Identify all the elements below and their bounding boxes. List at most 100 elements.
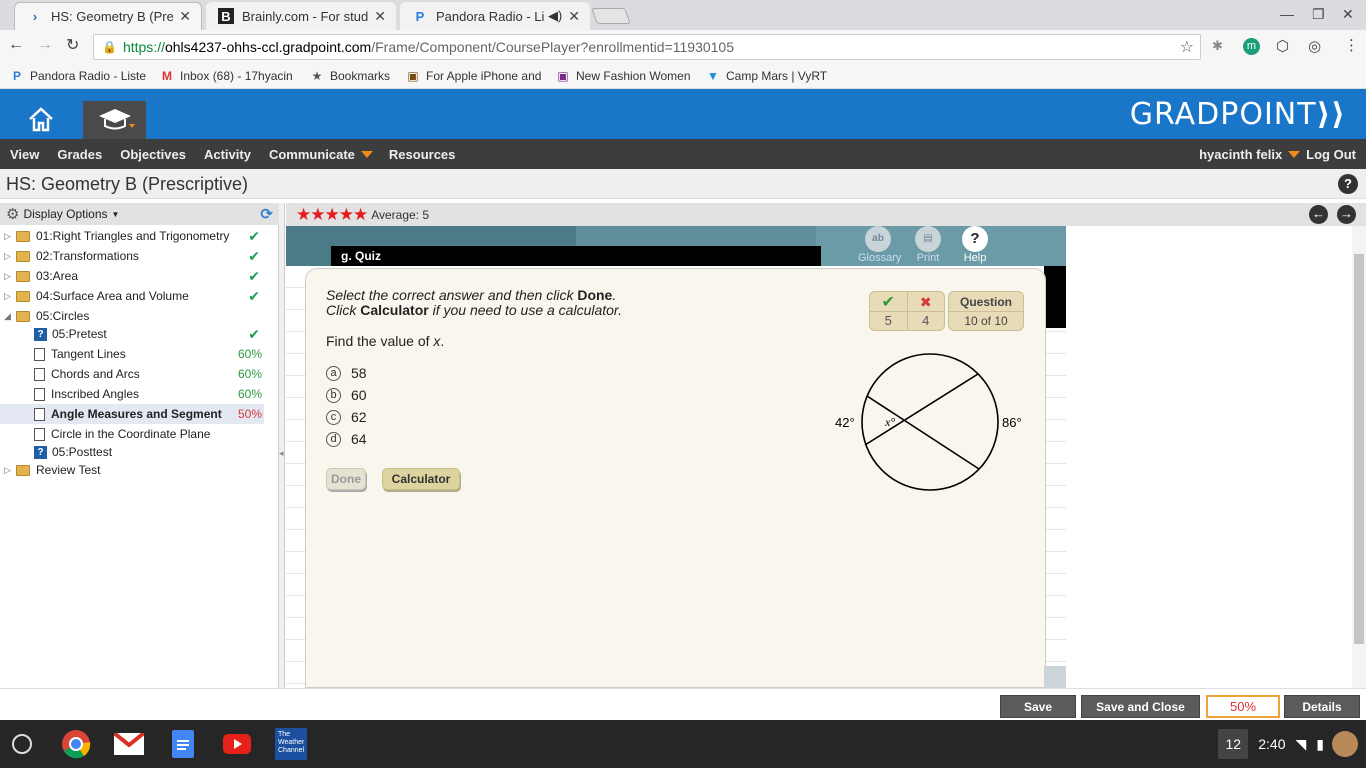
panel-splitter[interactable]: ◂ bbox=[279, 203, 285, 688]
bookmark-gmail[interactable]: M Inbox (68) - 17hyacin bbox=[160, 69, 300, 83]
forward-icon[interactable]: → bbox=[37, 36, 53, 54]
menu-objectives[interactable]: Objectives bbox=[120, 147, 186, 162]
bookmark-vyrt[interactable]: ▼ Camp Mars | VyRT bbox=[706, 69, 836, 83]
maximize-icon[interactable]: ❐ bbox=[1312, 6, 1325, 23]
tree-item-angle-measures[interactable]: Angle Measures and Segment 50% bbox=[0, 404, 264, 424]
tree-item-pretest[interactable]: ? 05:Pretest ✔ bbox=[0, 324, 264, 344]
close-tab-icon[interactable]: ✕ bbox=[374, 8, 386, 25]
details-button[interactable]: Details bbox=[1284, 695, 1360, 718]
vertical-scrollbar[interactable] bbox=[1352, 226, 1366, 688]
back-icon[interactable]: ← bbox=[8, 36, 24, 54]
tree-item-tangent-lines[interactable]: Tangent Lines 60% bbox=[0, 344, 264, 364]
youtube-app[interactable] bbox=[221, 728, 253, 760]
tree-item-chords-arcs[interactable]: Chords and Arcs 60% bbox=[0, 364, 264, 384]
menu-activity[interactable]: Activity bbox=[204, 147, 251, 162]
tree-unit-03[interactable]: ▷ 03:Area ✔ bbox=[0, 266, 264, 286]
extension-icon[interactable]: ✱ bbox=[1212, 38, 1223, 54]
gmail-app[interactable] bbox=[113, 728, 145, 760]
expand-icon[interactable]: ▷ bbox=[4, 231, 14, 242]
close-tab-icon[interactable]: ✕ bbox=[179, 8, 191, 25]
tree-item-coordinate-plane[interactable]: Circle in the Coordinate Plane bbox=[0, 424, 264, 444]
launcher-button[interactable] bbox=[6, 728, 38, 760]
reload-icon[interactable]: ↻ bbox=[66, 35, 79, 55]
tree-item-inscribed-angles[interactable]: Inscribed Angles 60% bbox=[0, 384, 264, 404]
battery-icon[interactable]: ▮ bbox=[1316, 736, 1324, 753]
user-name[interactable]: hyacinth felix bbox=[1199, 147, 1282, 162]
option-radio[interactable]: a bbox=[326, 365, 341, 381]
bookmark-folder[interactable]: ★ Bookmarks bbox=[310, 69, 396, 83]
star-rating[interactable]: ★★★★★ bbox=[296, 205, 368, 225]
option-radio[interactable]: d bbox=[326, 431, 341, 447]
extension-m-icon[interactable]: m bbox=[1243, 38, 1260, 55]
help-icon[interactable]: ? bbox=[1338, 174, 1358, 194]
address-bar[interactable]: 🔒 https:// ohls4237-ohhs-ccl.gradpoint.c… bbox=[93, 34, 1201, 60]
audio-icon[interactable] bbox=[1044, 666, 1066, 688]
answer-option-b[interactable]: b 60 bbox=[326, 387, 367, 403]
new-tab-button[interactable] bbox=[591, 8, 631, 24]
expand-icon[interactable]: ▷ bbox=[4, 271, 14, 282]
glossary-button[interactable]: ab Glossary bbox=[858, 226, 901, 264]
browser-tab-gradpoint[interactable]: › HS: Geometry B (Prescrip ✕ bbox=[14, 2, 202, 30]
minimize-icon[interactable]: — bbox=[1280, 6, 1294, 22]
tree-unit-05[interactable]: ◢ 05:Circles bbox=[0, 306, 264, 326]
course-button[interactable] bbox=[83, 101, 146, 139]
tree-unit-01[interactable]: ▷ 01:Right Triangles and Trigonometry ✔ bbox=[0, 226, 264, 246]
bookmark-apple[interactable]: ▣ For Apple iPhone and bbox=[406, 69, 546, 83]
tree-item-posttest[interactable]: ? 05:Posttest bbox=[0, 442, 264, 462]
option-radio[interactable]: c bbox=[326, 409, 341, 425]
bookmark-pandora[interactable]: P Pandora Radio - Liste bbox=[10, 69, 150, 83]
star-icon: ★ bbox=[311, 69, 323, 83]
answer-option-a[interactable]: a 58 bbox=[326, 365, 367, 381]
tree-review-test[interactable]: ▷ Review Test bbox=[0, 460, 264, 480]
chrome-app[interactable] bbox=[60, 728, 92, 760]
avatar[interactable] bbox=[1332, 731, 1358, 757]
save-button[interactable]: Save bbox=[1000, 695, 1076, 718]
close-tab-icon[interactable]: ✕ bbox=[568, 8, 580, 25]
system-tray[interactable]: 12 2:40 ◥ ▮ bbox=[1218, 720, 1366, 768]
star-bookmark-icon[interactable]: ☆ bbox=[1180, 37, 1194, 57]
browser-tab-brainly[interactable]: B Brainly.com - For studen ✕ bbox=[206, 2, 396, 30]
collapse-panel-icon[interactable]: ◂ bbox=[279, 448, 284, 459]
print-button[interactable]: ▤ Print bbox=[908, 226, 948, 264]
tree-unit-02[interactable]: ▷ 02:Transformations ✔ bbox=[0, 246, 264, 266]
expand-icon[interactable]: ▷ bbox=[4, 465, 14, 476]
next-arrow-icon[interactable]: → bbox=[1337, 205, 1356, 224]
bookmarks-bar: P Pandora Radio - Liste M Inbox (68) - 17h… bbox=[0, 64, 1366, 89]
chevron-down-icon[interactable]: ▼ bbox=[112, 210, 120, 219]
calculator-button[interactable]: Calculator bbox=[382, 468, 460, 490]
dropdown-arrow-icon[interactable] bbox=[360, 150, 373, 158]
weather-channel-app[interactable]: The Weather Channel bbox=[275, 728, 307, 760]
browser-tab-pandora[interactable]: P Pandora Radio - Liste ◀) ✕ bbox=[400, 2, 590, 30]
notification-badge[interactable]: 12 bbox=[1218, 729, 1249, 759]
previous-arrow-icon[interactable]: ← bbox=[1309, 205, 1328, 224]
answer-option-d[interactable]: d 64 bbox=[326, 431, 367, 447]
menu-grades[interactable]: Grades bbox=[57, 147, 102, 162]
save-and-close-button[interactable]: Save and Close bbox=[1081, 695, 1200, 718]
bookmark-fashion[interactable]: ▣ New Fashion Women bbox=[556, 69, 696, 83]
gear-icon[interactable]: ⚙ bbox=[6, 205, 19, 223]
logout-link[interactable]: Log Out bbox=[1306, 147, 1356, 162]
menu-resources[interactable]: Resources bbox=[389, 147, 455, 162]
option-radio[interactable]: b bbox=[326, 387, 341, 403]
wifi-icon[interactable]: ◥ bbox=[1296, 736, 1307, 753]
help-button[interactable]: ? Help bbox=[955, 226, 995, 264]
globe-icon[interactable]: ◎ bbox=[1308, 37, 1321, 55]
menu-icon[interactable]: ⋮ bbox=[1344, 36, 1359, 54]
scrollbar-thumb[interactable] bbox=[1354, 254, 1364, 644]
answer-option-c[interactable]: c 62 bbox=[326, 409, 367, 425]
menu-view[interactable]: View bbox=[10, 147, 39, 162]
expand-icon[interactable]: ▷ bbox=[4, 291, 14, 302]
user-dropdown-icon[interactable] bbox=[1288, 150, 1301, 158]
display-options-button[interactable]: Display Options bbox=[23, 207, 107, 221]
docs-app[interactable] bbox=[167, 728, 199, 760]
cube-extension-icon[interactable]: ⬡ bbox=[1276, 37, 1289, 55]
home-button[interactable] bbox=[18, 101, 64, 137]
expand-icon[interactable]: ▷ bbox=[4, 251, 14, 262]
refresh-icon[interactable]: ⟳ bbox=[260, 205, 273, 223]
menu-communicate[interactable]: Communicate bbox=[269, 147, 355, 162]
close-window-icon[interactable]: ✕ bbox=[1342, 6, 1354, 23]
done-button[interactable]: Done bbox=[326, 468, 366, 490]
collapse-icon[interactable]: ◢ bbox=[4, 311, 14, 322]
clock[interactable]: 2:40 bbox=[1258, 736, 1285, 752]
tree-unit-04[interactable]: ▷ 04:Surface Area and Volume ✔ bbox=[0, 286, 264, 306]
